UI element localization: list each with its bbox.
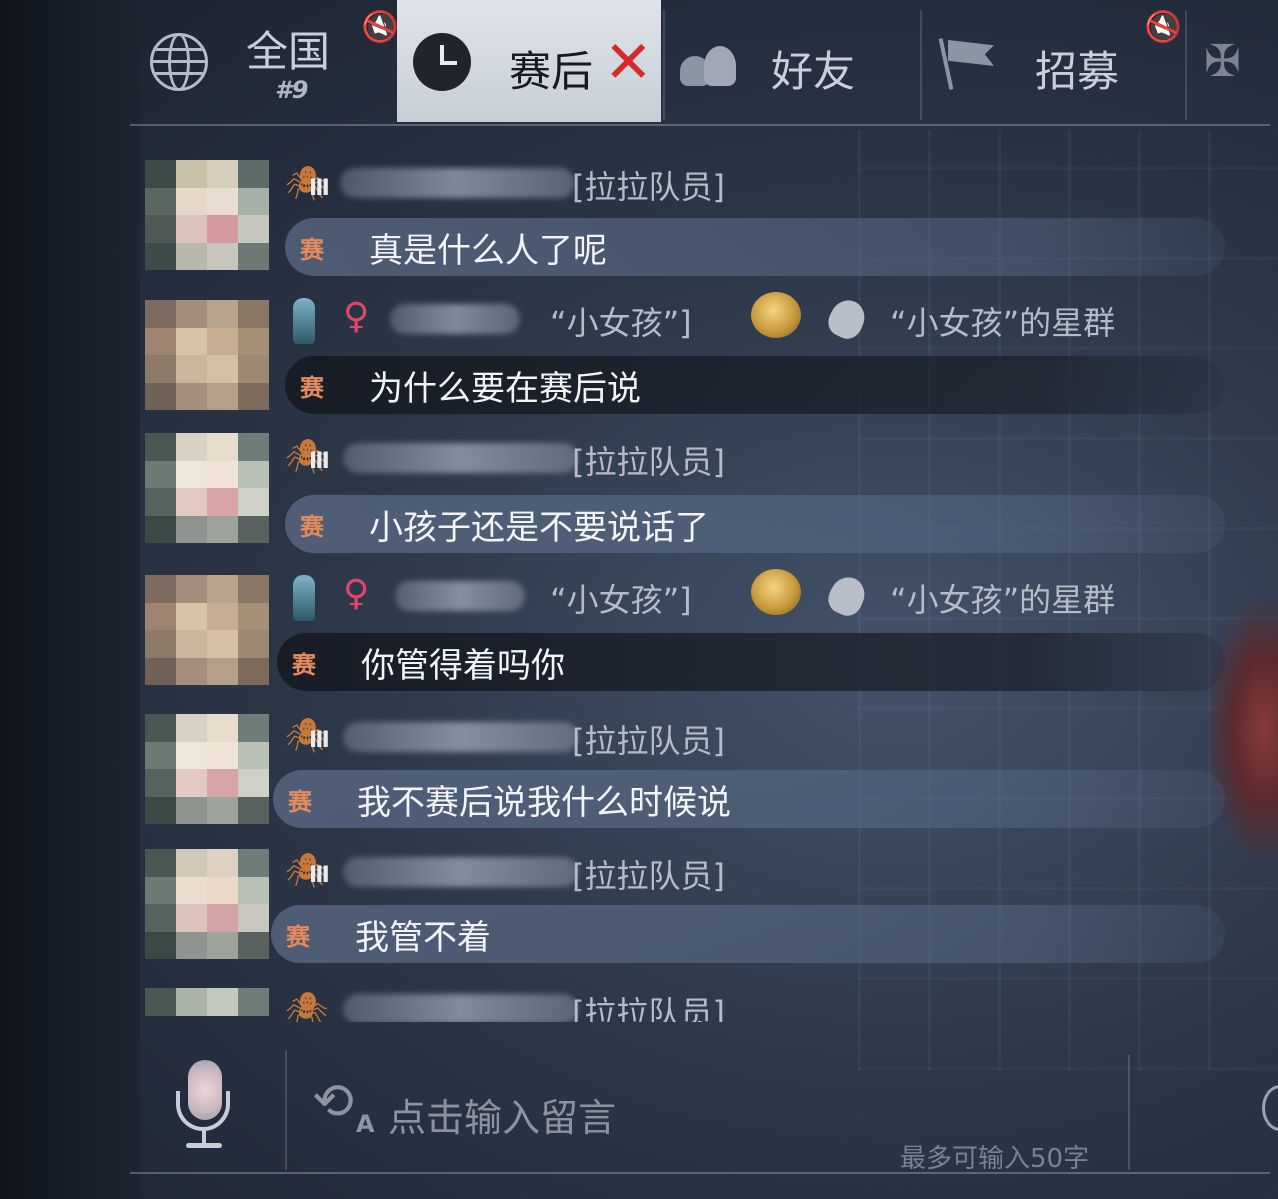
username-blurred — [343, 857, 578, 887]
spider-rank-badge: 🕷 Ⅲ — [285, 716, 330, 756]
global-rank: #9 — [275, 76, 309, 104]
star-group-icon[interactable] — [751, 292, 801, 338]
globe-icon — [150, 33, 208, 91]
username-blurred — [395, 581, 525, 611]
spider-rank-badge: 🕷 Ⅲ — [285, 164, 330, 204]
username-blurred — [343, 443, 578, 473]
avatar[interactable] — [145, 714, 269, 824]
channel-tag: 赛 — [300, 235, 324, 264]
star-group-name[interactable]: “小女孩”的星群 — [890, 298, 1115, 344]
channel-tag: 赛 — [288, 787, 312, 816]
tab-recruit[interactable]: 招募 🔇 — [925, 0, 1188, 122]
message-item: 🕷 Ⅲ [拉拉队员] 赛 我管不着 — [145, 845, 1245, 965]
crossed-flags-icon: ✠ — [1204, 36, 1241, 87]
message-text: 我管不着 — [355, 917, 491, 958]
input-divider — [285, 1050, 287, 1170]
user-title: [拉拉队员] — [572, 168, 725, 206]
message-input[interactable]: 点击输入留言 — [388, 1087, 616, 1142]
blue-figure-badge — [285, 296, 335, 344]
user-title: [拉拉队员] — [572, 857, 725, 895]
message-bubble[interactable]: 赛 为什么要在赛后说 — [285, 356, 1225, 414]
message-item: 🕷 Ⅲ [拉拉队员] 赛 我不赛后说我什么时候说 — [145, 710, 1245, 828]
avatar[interactable] — [145, 575, 269, 685]
female-icon: ♀ — [343, 573, 370, 614]
message-text: 你管得着吗你 — [361, 645, 565, 686]
avatar[interactable] — [145, 300, 269, 410]
female-icon: ♀ — [343, 296, 370, 337]
mute-icon: 🔇 — [1140, 4, 1188, 51]
star-group-name[interactable]: “小女孩”的星群 — [890, 575, 1115, 621]
input-underline — [130, 1172, 1270, 1174]
message-text: 真是什么人了呢 — [369, 230, 607, 271]
avatar[interactable] — [145, 160, 269, 270]
user-title: [拉拉队员] — [572, 994, 725, 1022]
spider-rank-badge: 🕷 Ⅲ — [285, 437, 330, 477]
channel-tab-bar: 全国 #9 🔇 赛后 ✕ 好友 招募 🔇 ✠ — [0, 0, 1278, 126]
spider-rank-badge: 🕷 Ⅲ — [285, 851, 330, 891]
username-blurred — [343, 994, 578, 1022]
left-shade — [0, 0, 140, 1199]
friends-icon — [680, 42, 736, 86]
avatar[interactable] — [145, 849, 269, 959]
tab-after-match-label: 赛后 — [509, 47, 594, 96]
channel-tag: 赛 — [300, 512, 324, 541]
flag-icon — [938, 36, 998, 90]
message-bubble[interactable]: 赛 小孩子还是不要说话了 — [285, 495, 1225, 553]
tab-more[interactable]: ✠ — [1190, 0, 1278, 122]
tab-after-match[interactable]: 赛后 ✕ — [397, 0, 661, 122]
tab-friends[interactable]: 好友 — [665, 0, 920, 122]
message-item: 🕷 [拉拉队员] — [145, 988, 1245, 1022]
microphone-icon[interactable] — [172, 1045, 238, 1150]
character-limit-hint: 最多可输入50字 — [900, 1144, 1090, 1174]
message-bubble[interactable]: 赛 你管得着吗你 — [277, 633, 1225, 691]
ghost-icon — [823, 571, 871, 621]
translate-icon[interactable]: ⟲ — [312, 1072, 354, 1130]
username-blurred — [340, 168, 575, 198]
tab-divider — [1185, 10, 1187, 120]
message-item: ♀ “小女孩”] “小女孩”的星群 赛 为什么要在赛后说 — [145, 288, 1245, 414]
tab-friends-label: 好友 — [771, 47, 856, 96]
user-title: “小女孩”] — [550, 581, 692, 619]
message-text: 小孩子还是不要说话了 — [369, 507, 709, 548]
message-text: 我不赛后说我什么时候说 — [357, 782, 731, 823]
username-blurred — [343, 722, 578, 752]
tab-underline — [130, 124, 1270, 126]
message-bubble[interactable]: 赛 我管不着 — [271, 905, 1225, 963]
channel-tag: 赛 — [292, 650, 316, 679]
avatar[interactable] — [145, 988, 269, 1022]
tab-global-label: 全国 — [246, 27, 331, 76]
star-group-icon[interactable] — [751, 569, 801, 615]
translate-a-label: A — [356, 1110, 375, 1138]
avatar[interactable] — [145, 433, 269, 543]
message-bubble[interactable]: 赛 我不赛后说我什么时候说 — [273, 770, 1225, 828]
ghost-icon — [823, 294, 871, 344]
channel-tag: 赛 — [300, 373, 324, 402]
tab-divider — [920, 10, 922, 120]
clock-icon — [413, 33, 471, 91]
channel-tag: 赛 — [286, 922, 310, 951]
spider-rank-badge: 🕷 — [285, 990, 329, 1022]
message-item: 🕷 Ⅲ [拉拉队员] 赛 小孩子还是不要说话了 — [145, 433, 1245, 553]
blue-figure-badge — [285, 573, 335, 621]
tab-global[interactable]: 全国 #9 🔇 — [140, 0, 404, 122]
input-divider — [1128, 1055, 1130, 1170]
tab-recruit-label: 招募 — [1035, 47, 1120, 96]
message-text: 为什么要在赛后说 — [369, 368, 641, 409]
user-title: “小女孩”] — [550, 304, 692, 342]
send-button[interactable] — [1262, 1085, 1278, 1131]
message-item: 🕷 Ⅲ [拉拉队员] 赛 真是什么人了呢 — [145, 160, 1245, 276]
message-item: ♀ “小女孩”] “小女孩”的星群 赛 你管得着吗你 — [145, 565, 1245, 691]
username-blurred — [390, 304, 520, 334]
close-icon[interactable]: ✕ — [604, 30, 653, 94]
message-bubble[interactable]: 赛 真是什么人了呢 — [285, 218, 1225, 276]
user-title: [拉拉队员] — [572, 443, 725, 481]
user-title: [拉拉队员] — [572, 722, 725, 760]
